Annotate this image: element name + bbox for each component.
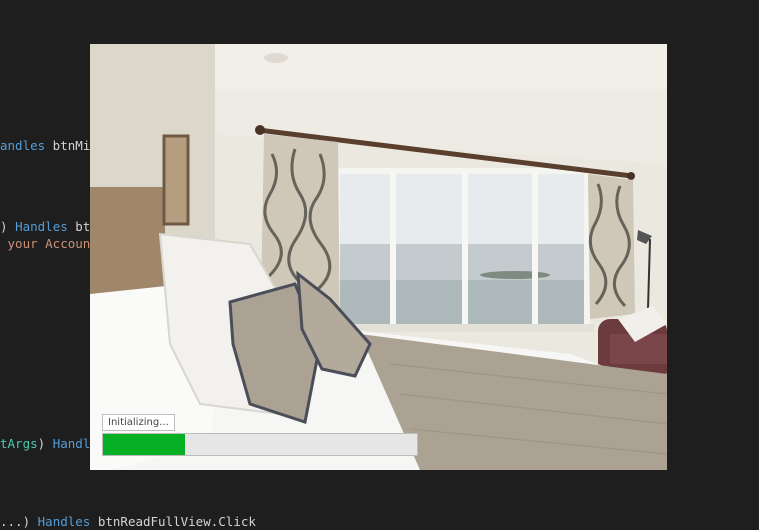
code-keyword: andles bbox=[0, 138, 46, 153]
status-label: Initializing... bbox=[102, 414, 175, 431]
code-keyword: Handles bbox=[15, 219, 68, 234]
splash-screen: Initializing... bbox=[90, 44, 667, 470]
code-line: andles btnMin bbox=[0, 138, 98, 154]
progress-bar-fill bbox=[103, 434, 185, 455]
code-text: ) bbox=[0, 219, 16, 234]
code-line: ) Handles btn bbox=[0, 219, 98, 235]
code-text: ) bbox=[37, 436, 53, 451]
code-string: your Account bbox=[0, 236, 98, 251]
code-line: ...) Handles btnReadFullView.Click bbox=[0, 514, 256, 530]
code-line: your Account bbox=[0, 236, 98, 252]
code-line: tArgs) Handle bbox=[0, 436, 98, 452]
bedroom-photo bbox=[90, 44, 667, 470]
code-type: tArgs bbox=[0, 436, 38, 451]
loading-progress-bar bbox=[102, 433, 418, 456]
